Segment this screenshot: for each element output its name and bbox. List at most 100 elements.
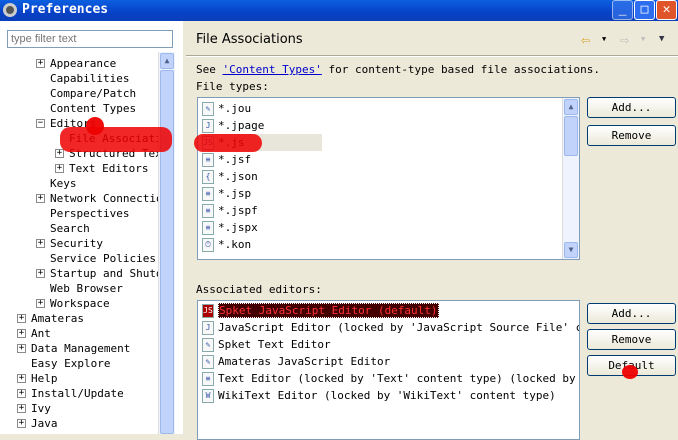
tree-item[interactable]: Keys bbox=[50, 176, 77, 191]
expand-icon[interactable]: + bbox=[17, 389, 26, 398]
editor-row[interactable]: ✎ Amateras JavaScript Editor bbox=[202, 353, 390, 370]
file-type-row[interactable]: ≡ *.jspf bbox=[202, 202, 258, 219]
file-type-row[interactable]: ✎ *.jou bbox=[202, 100, 251, 117]
editor-icon: JS bbox=[202, 304, 214, 318]
tree-item[interactable]: Security bbox=[50, 236, 103, 251]
expand-icon[interactable]: + bbox=[17, 419, 26, 428]
back-dropdown-icon[interactable]: ▼ bbox=[602, 35, 606, 43]
scroll-thumb[interactable] bbox=[564, 116, 578, 156]
tree-item[interactable]: Java bbox=[31, 416, 58, 431]
tree-item[interactable]: Search bbox=[50, 221, 90, 236]
doc-file-icon: ≡ bbox=[202, 221, 214, 235]
forward-arrow-icon[interactable]: ⇨ bbox=[620, 31, 629, 49]
file-type-name: *.jpage bbox=[218, 119, 265, 132]
view-menu-icon[interactable]: ▼ bbox=[659, 34, 664, 44]
page-title: File Associations bbox=[196, 32, 303, 47]
hint-text: See bbox=[196, 63, 223, 76]
tree-item[interactable]: Service Policies bbox=[50, 251, 156, 266]
preference-tree[interactable]: + Appearance Capabilities Compare/Patch Cont… bbox=[0, 52, 158, 434]
tree-item[interactable]: Appearance bbox=[50, 56, 116, 71]
content-types-link[interactable]: 'Content Types' bbox=[223, 63, 322, 76]
tree-item[interactable]: Startup and Shutdown bbox=[50, 266, 158, 281]
file-type-row[interactable]: ≡ *.jspx bbox=[202, 219, 258, 236]
file-type-name: *.jsf bbox=[218, 153, 252, 166]
editor-name: Spket JavaScript Editor (default) bbox=[218, 303, 439, 318]
minimize-button[interactable]: _ bbox=[612, 0, 633, 20]
scroll-thumb[interactable] bbox=[160, 70, 174, 434]
title-bar: Preferences _ □ ✕ bbox=[0, 0, 678, 21]
add-editor-button[interactable]: Add... bbox=[587, 303, 676, 324]
doc-file-icon: ≡ bbox=[202, 187, 214, 201]
editor-row[interactable]: J JavaScript Editor (locked by 'JavaScrip… bbox=[202, 319, 579, 336]
preference-tree-pane: + AppearanceCapabilitiesCompare/PatchCont… bbox=[0, 21, 183, 434]
file-type-name: *.kon bbox=[218, 238, 252, 251]
tree-item[interactable]: Text Editors bbox=[69, 161, 148, 176]
editor-row[interactable]: W WikiText Editor (locked by 'WikiText' c… bbox=[202, 387, 556, 404]
file-types-label: File types: bbox=[196, 80, 269, 93]
file-associations-page: File Associations ⇦ ▼ ⇨ ▼ ▼ See 'Content… bbox=[186, 21, 678, 440]
scroll-down-arrow[interactable]: ▼ bbox=[564, 242, 578, 258]
tree-item[interactable]: Easy Explore bbox=[31, 356, 110, 371]
annotation-dot bbox=[86, 117, 104, 135]
associated-editors-list[interactable]: JS Spket JavaScript Editor (default) J Java… bbox=[197, 300, 580, 440]
scroll-up-arrow[interactable]: ▲ bbox=[160, 53, 174, 69]
annotation-dot bbox=[622, 365, 638, 379]
file-types-list[interactable]: ✎*.jouJ*.jpageJS*.js≡*.jsf{*.json≡*.jsp≡… bbox=[197, 97, 580, 260]
annotation-highlight bbox=[60, 127, 172, 152]
remove-editor-button[interactable]: Remove bbox=[587, 329, 676, 350]
tree-item[interactable]: Content Types bbox=[50, 101, 136, 116]
file-types-scrollbar[interactable]: ▲ ▼ bbox=[562, 98, 579, 259]
add-file-type-button[interactable]: Add... bbox=[587, 97, 676, 118]
tree-item[interactable]: Help bbox=[31, 371, 58, 386]
expand-icon[interactable]: + bbox=[36, 194, 45, 203]
tree-item[interactable]: Ivy bbox=[31, 401, 51, 416]
expand-icon[interactable]: + bbox=[36, 269, 45, 278]
file-type-row[interactable]: ≡ *.jsp bbox=[202, 185, 251, 202]
editor-name: Amateras JavaScript Editor bbox=[218, 355, 391, 368]
forward-dropdown-icon[interactable]: ▼ bbox=[641, 35, 645, 43]
expand-icon[interactable]: + bbox=[36, 299, 45, 308]
tree-item[interactable]: Web Browser bbox=[50, 281, 123, 296]
file-type-row[interactable]: ≡ *.jsf bbox=[202, 151, 251, 168]
header-separator bbox=[186, 55, 678, 57]
tree-item[interactable]: Amateras bbox=[31, 311, 84, 326]
file-type-row[interactable]: {*.json bbox=[202, 168, 258, 185]
file-type-row[interactable]: ⏱ *.kon bbox=[202, 236, 251, 253]
editor-row[interactable]: ✎ Spket Text Editor bbox=[202, 336, 331, 353]
file-type-row[interactable]: J *.jpage bbox=[202, 117, 264, 134]
back-arrow-icon[interactable]: ⇦ bbox=[581, 31, 590, 49]
tree-item[interactable]: Network Connections bbox=[50, 191, 158, 206]
editor-name: WikiText Editor (locked by 'WikiText' co… bbox=[218, 389, 556, 402]
editor-icon: ✎ bbox=[202, 355, 214, 369]
editor-name: Text Editor (locked by 'Text' content ty… bbox=[218, 372, 579, 385]
tree-item[interactable]: Ant bbox=[31, 326, 51, 341]
tree-item[interactable]: Capabilities bbox=[50, 71, 129, 86]
expand-icon[interactable]: + bbox=[55, 149, 64, 158]
tree-item[interactable]: Perspectives bbox=[50, 206, 129, 221]
expand-icon[interactable]: + bbox=[17, 404, 26, 413]
tree-item[interactable]: Install/Update bbox=[31, 386, 124, 401]
annotation-highlight bbox=[194, 134, 262, 152]
editor-row[interactable]: JS Spket JavaScript Editor (default) bbox=[202, 302, 439, 319]
close-button[interactable]: ✕ bbox=[656, 0, 677, 20]
remove-file-type-button[interactable]: Remove bbox=[587, 125, 676, 146]
expand-icon[interactable]: + bbox=[17, 374, 26, 383]
expand-icon[interactable]: + bbox=[55, 164, 64, 173]
editor-row[interactable]: ≡ Text Editor (locked by 'Text' content t… bbox=[202, 370, 579, 387]
json-file-icon: { bbox=[202, 170, 214, 184]
scroll-up-arrow[interactable]: ▲ bbox=[564, 99, 578, 115]
tree-scrollbar[interactable]: ▲ bbox=[158, 52, 175, 434]
expand-icon[interactable]: + bbox=[17, 314, 26, 323]
expand-icon[interactable]: + bbox=[17, 344, 26, 353]
expand-icon[interactable]: + bbox=[17, 329, 26, 338]
maximize-button[interactable]: □ bbox=[634, 0, 655, 20]
tree-item[interactable]: Compare/Patch bbox=[50, 86, 136, 101]
expand-icon[interactable]: + bbox=[36, 239, 45, 248]
editor-icon: W bbox=[202, 389, 214, 403]
filter-input[interactable] bbox=[7, 30, 173, 48]
collapse-icon[interactable]: − bbox=[36, 119, 45, 128]
tree-item[interactable]: Workspace bbox=[50, 296, 110, 311]
expand-icon[interactable]: + bbox=[36, 59, 45, 68]
content-types-hint: See 'Content Types' for content-type bas… bbox=[196, 63, 600, 76]
tree-item[interactable]: Data Management bbox=[31, 341, 130, 356]
